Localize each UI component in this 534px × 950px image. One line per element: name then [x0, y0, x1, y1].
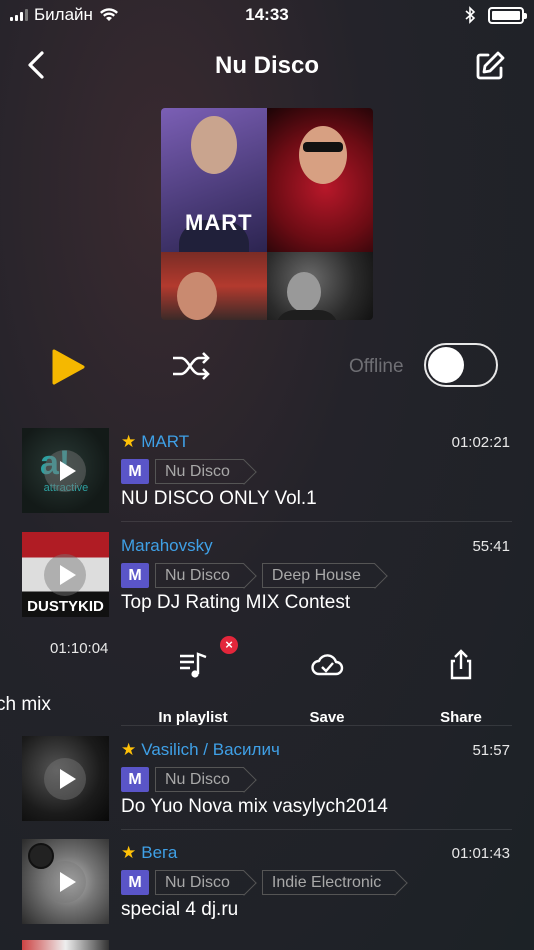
track-play-icon[interactable]	[44, 758, 86, 800]
track-thumbnail	[22, 736, 109, 821]
track-artist[interactable]: Marahovsky	[121, 536, 213, 556]
track-title: NU DISCO ONLY Vol.1	[121, 488, 317, 509]
track-tags: M Nu Disco Indie Electronic	[121, 870, 407, 895]
track-title: Top DJ Rating MIX Contest	[121, 592, 351, 613]
cloud-save-icon	[311, 654, 344, 676]
track-thumbnail: DUSTYKID	[22, 532, 109, 617]
star-icon: ★	[121, 432, 137, 451]
toggle-knob	[428, 347, 464, 383]
cover-tile-mart: MART	[161, 108, 267, 280]
share-button[interactable]: Share	[406, 648, 516, 726]
genre-tag[interactable]: Nu Disco	[155, 767, 244, 792]
track-duration: 01:02:21	[451, 434, 510, 451]
status-bar: Билайн 14:33	[0, 0, 534, 32]
in-playlist-button[interactable]: × In playlist	[138, 636, 248, 726]
track-duration: 01:01:43	[451, 845, 510, 862]
share-label: Share	[440, 709, 482, 726]
page-title: Nu Disco	[214, 52, 319, 79]
track-title: special 4 dj.ru	[121, 899, 239, 920]
next-track-thumbnail-peek	[22, 940, 109, 950]
save-button[interactable]: Save	[272, 648, 382, 726]
track-tags: M Nu Disco	[121, 767, 256, 792]
cover-tile-3	[161, 252, 267, 320]
bluetooth-icon	[465, 6, 476, 24]
genre-tag[interactable]: Nu Disco	[155, 563, 244, 588]
status-time: 14:33	[245, 5, 289, 24]
cover-tile-4	[267, 252, 373, 320]
genre-tag[interactable]: Nu Disco	[155, 459, 244, 484]
remove-badge-icon[interactable]: ×	[220, 636, 238, 654]
star-icon: ★	[121, 843, 137, 862]
mix-badge: M	[121, 767, 149, 792]
track-artist[interactable]: ★ MART	[121, 432, 189, 452]
shuffle-icon[interactable]	[170, 350, 212, 382]
track-duration: 01:10:04	[50, 640, 109, 657]
track-duration: 55:41	[472, 538, 510, 555]
track-tags: M Nu Disco Deep House	[121, 563, 387, 588]
track-thumbnail: a! attractive	[22, 428, 109, 513]
track-artist[interactable]: ★ Вега	[121, 843, 177, 863]
battery-icon	[488, 6, 527, 24]
track-title: ch mix	[0, 694, 51, 715]
genre-tag[interactable]: Deep House	[261, 563, 375, 588]
save-label: Save	[309, 709, 345, 726]
track-play-icon[interactable]	[44, 554, 86, 596]
swiped-track-row[interactable]: 01:10:04 ch mix × In playlist Save Share	[0, 626, 534, 726]
mix-badge: M	[121, 563, 149, 588]
track-play-icon[interactable]	[44, 450, 86, 492]
track-artist[interactable]: ★ Vasilich / Василич	[121, 740, 280, 760]
track-thumbnail	[22, 839, 109, 924]
track-row[interactable]: a! attractive ★ MART 01:02:21 M Nu Disco …	[0, 418, 534, 522]
in-playlist-label: In playlist	[158, 709, 228, 726]
playback-controls: Offline	[0, 340, 534, 392]
track-tags: M Nu Disco	[121, 459, 256, 484]
edit-icon[interactable]	[474, 50, 506, 82]
track-row[interactable]: ★ Вега 01:01:43 M Nu Disco Indie Electron…	[0, 829, 534, 933]
mix-badge: M	[121, 459, 149, 484]
playlist-icon	[180, 652, 207, 678]
offline-label: Offline	[349, 356, 404, 377]
track-row[interactable]: DUSTYKID Marahovsky 55:41 M Nu Disco Dee…	[0, 522, 534, 626]
mix-badge: M	[121, 870, 149, 895]
genre-tag[interactable]: Indie Electronic	[261, 870, 396, 895]
playlist-cover: MART	[161, 108, 373, 320]
nav-bar: Nu Disco	[0, 42, 534, 88]
share-icon	[450, 649, 472, 680]
play-icon[interactable]	[50, 348, 86, 386]
offline-toggle[interactable]	[424, 343, 498, 387]
track-duration: 51:57	[472, 742, 510, 759]
status-right	[465, 6, 527, 24]
track-title: Do Yuo Nova mix vasylych2014	[121, 796, 388, 817]
star-icon: ★	[121, 740, 137, 759]
cover-tile-2	[267, 108, 373, 252]
track-play-icon[interactable]	[44, 861, 86, 903]
track-row[interactable]: ★ Vasilich / Василич 51:57 M Nu Disco Do …	[0, 726, 534, 830]
genre-tag[interactable]: Nu Disco	[155, 870, 244, 895]
